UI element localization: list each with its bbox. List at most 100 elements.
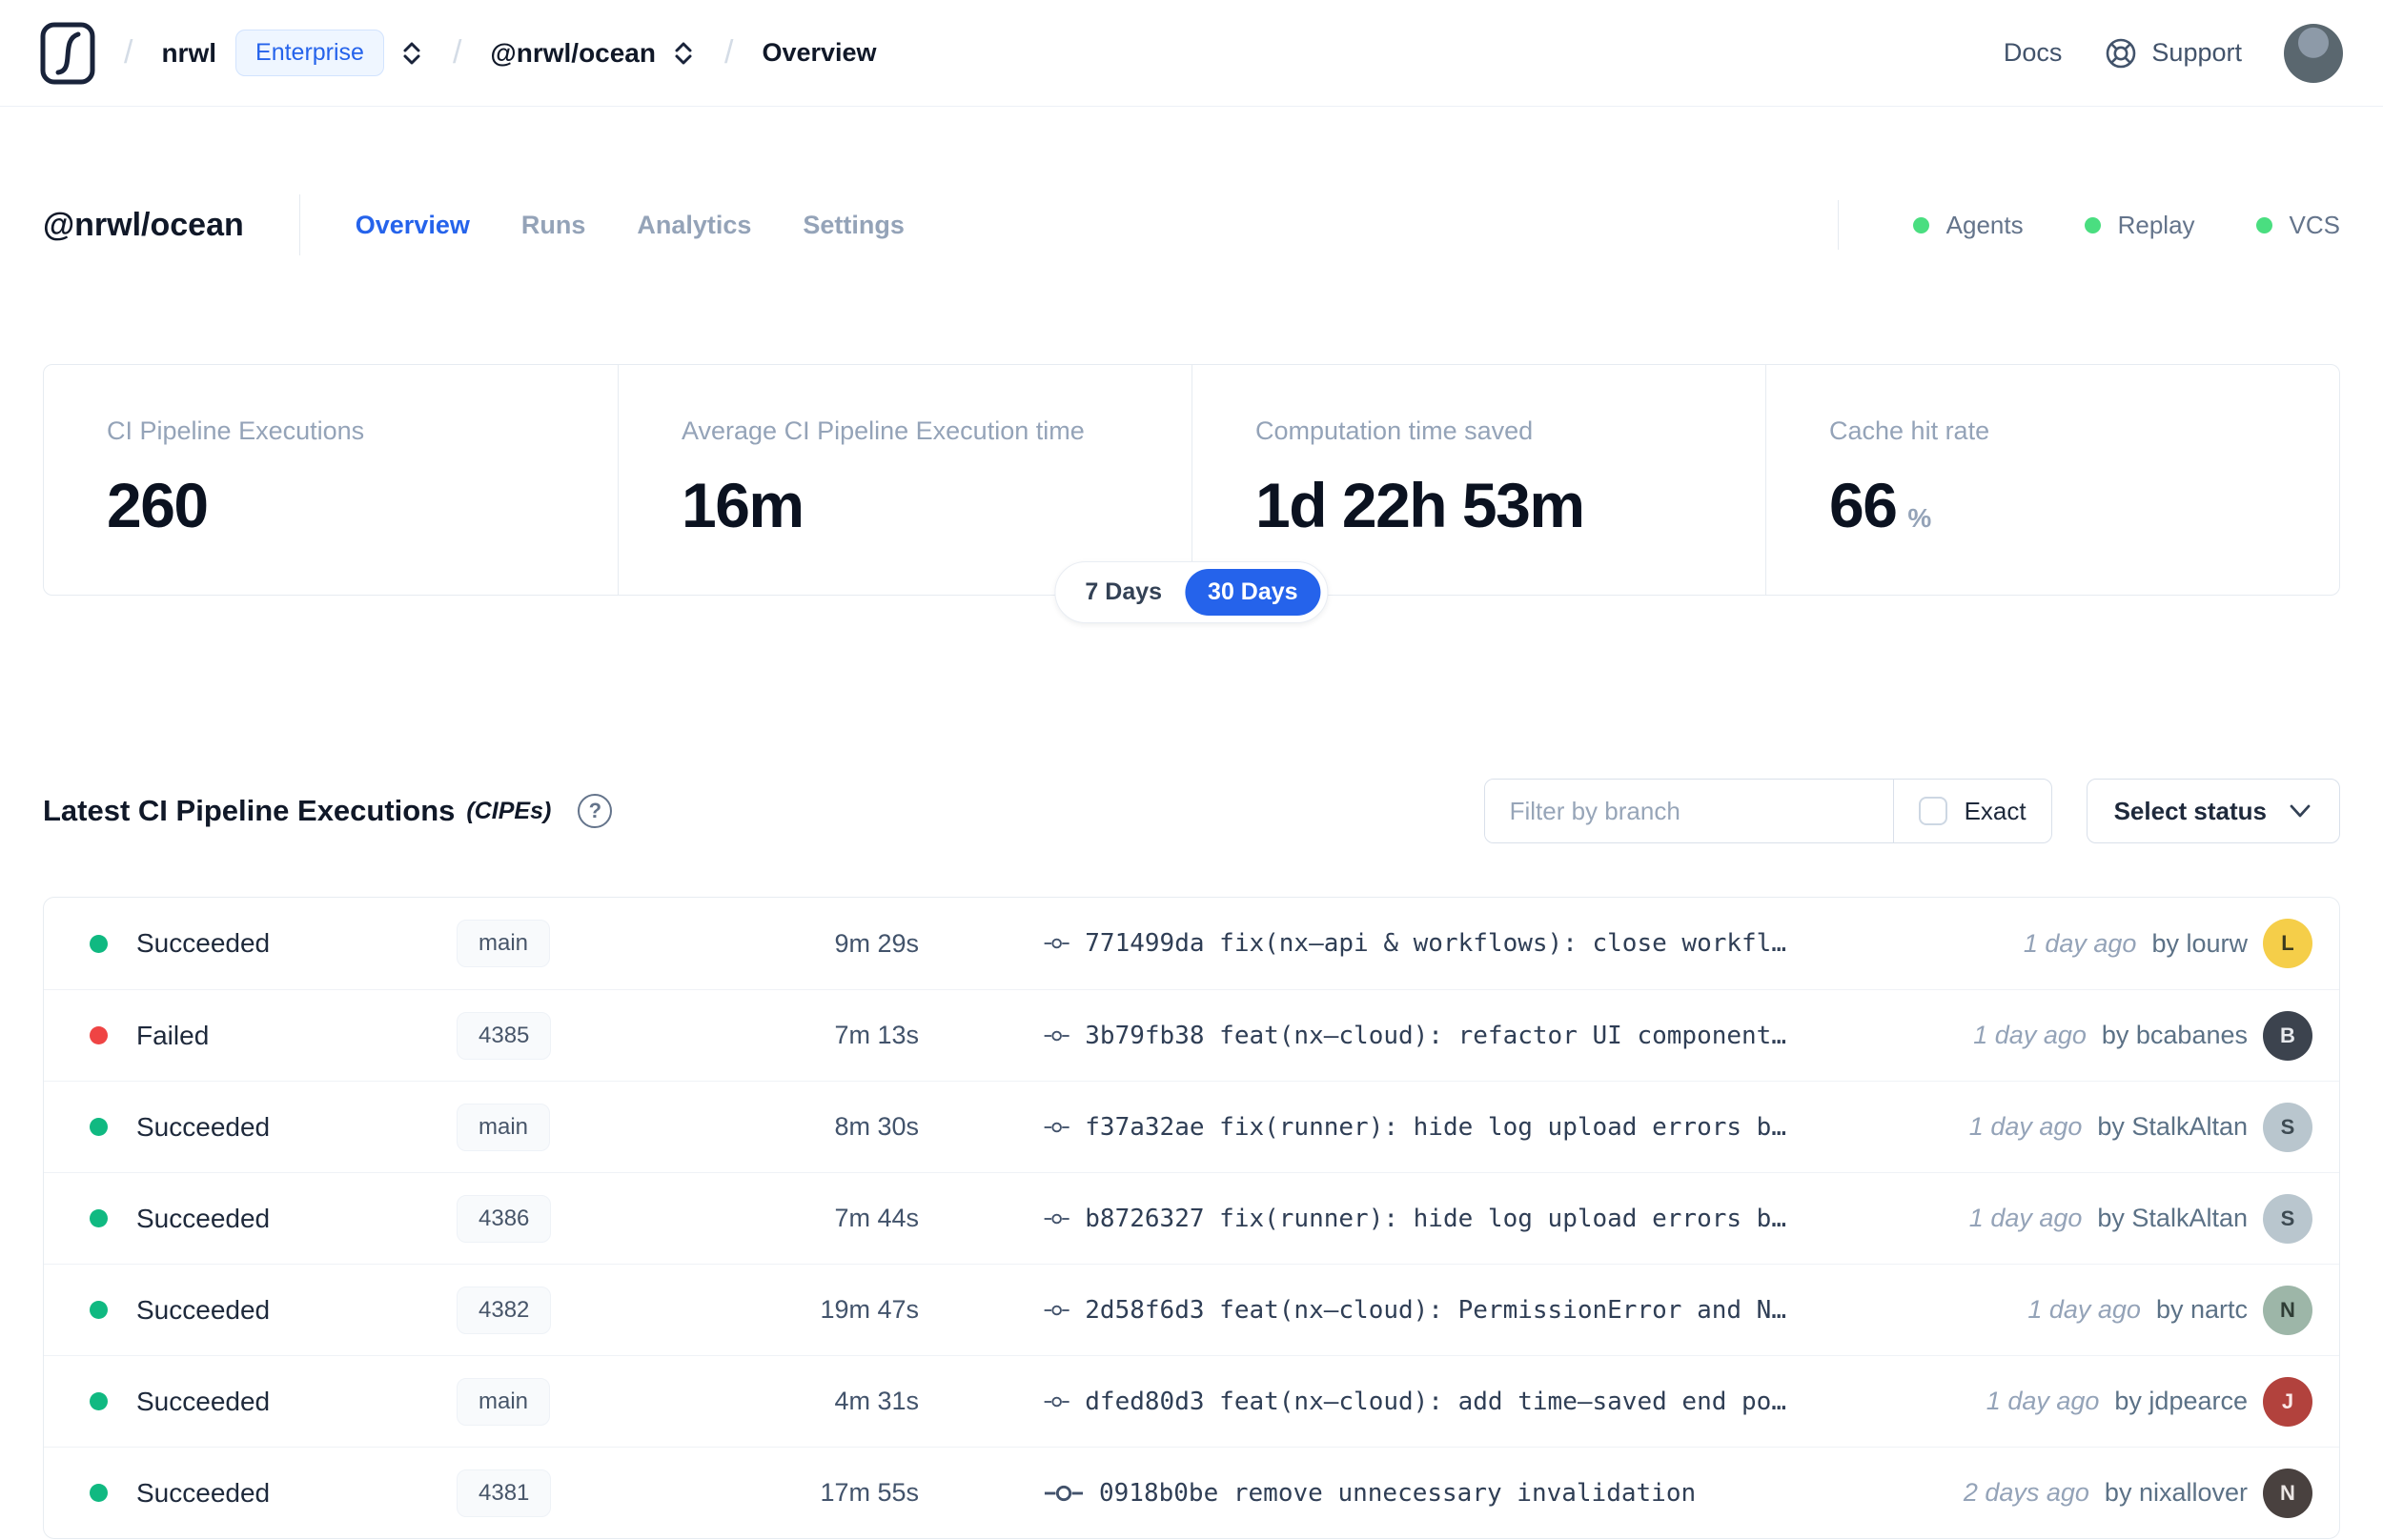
feature-status-vcs: VCS	[2255, 210, 2340, 240]
cell-branch: main	[457, 1103, 695, 1151]
workspace-switcher-button[interactable]	[671, 39, 696, 68]
cipes-title: Latest CI Pipeline Executions	[43, 794, 456, 827]
status-dot-icon	[90, 1118, 108, 1136]
support-label: Support	[2151, 38, 2242, 67]
table-row[interactable]: Succeeded 4382 19m 47s 2d58f6d3 feat(nx–…	[44, 1264, 2339, 1355]
commit-message[interactable]: 771499da fix(nx–api & workflows): close …	[1085, 929, 1786, 958]
git-commit-icon	[1044, 1122, 1069, 1132]
avatar: L	[2263, 919, 2312, 968]
feature-status-label: VCS	[2289, 210, 2340, 239]
cell-meta: 1 day ago by jdpearce J	[1786, 1376, 2339, 1427]
cell-branch: 4385	[457, 1011, 695, 1060]
branch-badge[interactable]: main	[457, 1103, 551, 1151]
cell-meta: 2 days ago by nixallover N	[1786, 1468, 2339, 1518]
org-switcher-button[interactable]	[399, 39, 424, 68]
time-ago: 1 day ago	[2023, 928, 2137, 958]
commit-message[interactable]: 3b79fb38 feat(nx–cloud): refactor UI com…	[1085, 1022, 1786, 1050]
exact-filter: Exact	[1894, 797, 2051, 826]
table-row[interactable]: Succeeded main 8m 30s f37a32ae fix(runne…	[44, 1081, 2339, 1172]
org-name[interactable]: nrwl	[161, 38, 216, 69]
status-text: Succeeded	[136, 1111, 271, 1142]
stat-card-cache-hit-rate: Cache hit rate 66%	[1765, 365, 2339, 595]
cell-branch: main	[457, 920, 695, 967]
branch-filter-input[interactable]	[1484, 780, 1893, 842]
branch-badge[interactable]: main	[457, 1377, 551, 1426]
cipes-title-suffix: (CIPEs)	[466, 797, 552, 824]
exact-checkbox[interactable]	[1918, 797, 1947, 825]
git-commit-icon	[1044, 1396, 1069, 1407]
feature-status-label: Replay	[2117, 210, 2195, 239]
breadcrumb-separator: /	[452, 34, 462, 71]
avatar: N	[2263, 1468, 2312, 1518]
commit-message[interactable]: 2d58f6d3 feat(nx–cloud): PermissionError…	[1085, 1296, 1786, 1325]
workspace-name[interactable]: @nrwl/ocean	[490, 38, 656, 69]
status-dot-icon	[90, 1484, 108, 1502]
date-range-toggle: 7 Days 30 Days	[1054, 561, 1329, 623]
table-row[interactable]: Succeeded 4386 7m 44s b8726327 fix(runne…	[44, 1172, 2339, 1264]
cell-commit: b8726327 fix(runner): hide log upload er…	[1009, 1205, 1786, 1233]
chevron-up-down-icon	[403, 42, 420, 64]
divider	[298, 194, 300, 255]
commit-message[interactable]: b8726327 fix(runner): hide log upload er…	[1085, 1205, 1786, 1233]
cell-status: Succeeded	[90, 1295, 457, 1326]
range-option-7-days[interactable]: 7 Days	[1062, 569, 1185, 616]
feature-statuses: Agents Replay VCS	[1837, 200, 2340, 250]
tab-runs[interactable]: Runs	[521, 211, 586, 240]
status-dot-icon	[90, 1301, 108, 1319]
tab-settings[interactable]: Settings	[803, 211, 905, 240]
cell-duration: 9m 29s	[834, 928, 919, 958]
docs-link[interactable]: Docs	[2004, 38, 2063, 68]
cell-commit: 0918b0be remove unnecessary invalidation	[1009, 1479, 1786, 1508]
time-ago: 1 day ago	[2027, 1295, 2141, 1324]
nx-cloud-logo[interactable]	[40, 22, 95, 85]
stat-card-ci-pipeline-executions: CI Pipeline Executions 260	[44, 365, 618, 595]
cell-branch: 4386	[457, 1194, 695, 1243]
workspace-tabs: Overview Runs Analytics Settings	[356, 211, 905, 240]
page-head: @nrwl/ocean Overview Runs Analytics Sett…	[43, 194, 2340, 255]
cell-meta: 1 day ago by bcabanes B	[1786, 1010, 2339, 1061]
avatar: S	[2263, 1102, 2312, 1152]
branch-badge[interactable]: main	[457, 920, 551, 967]
chevron-down-icon	[2290, 804, 2311, 818]
breadcrumb-page: Overview	[762, 38, 877, 67]
cell-status: Succeeded	[90, 928, 457, 959]
branch-badge[interactable]: 4381	[457, 1469, 552, 1517]
stats-section: CI Pipeline Executions 260 Average CI Pi…	[43, 364, 2340, 623]
breadcrumb: / nrwl Enterprise / @nrwl/ocean / Overvi…	[40, 22, 877, 85]
branch-badge[interactable]: 4386	[457, 1194, 552, 1243]
stat-value: 16m	[682, 470, 805, 540]
commit-message[interactable]: f37a32ae fix(runner): hide log upload er…	[1085, 1113, 1786, 1142]
status-select-button[interactable]: Select status	[2086, 779, 2340, 843]
table-row[interactable]: Succeeded main 4m 31s dfed80d3 feat(nx–c…	[44, 1355, 2339, 1447]
cell-branch: main	[457, 1377, 695, 1426]
status-text: Succeeded	[136, 1294, 271, 1325]
table-row[interactable]: Succeeded main 9m 29s 771499da fix(nx–ap…	[44, 898, 2339, 989]
support-link[interactable]: Support	[2104, 36, 2242, 71]
branch-badge[interactable]: 4385	[457, 1011, 552, 1060]
time-ago: 1 day ago	[1986, 1387, 2100, 1415]
help-icon[interactable]: ?	[578, 794, 613, 828]
status-dot-icon	[90, 1209, 108, 1227]
cell-commit: 3b79fb38 feat(nx–cloud): refactor UI com…	[1009, 1022, 1786, 1050]
commit-message[interactable]: 0918b0be remove unnecessary invalidation	[1099, 1479, 1696, 1508]
status-dot-icon	[90, 934, 108, 953]
cell-status: Succeeded	[90, 1478, 457, 1509]
breadcrumb-separator: /	[724, 34, 734, 71]
branch-badge[interactable]: 4382	[457, 1286, 552, 1334]
branch-filter-group: Exact	[1483, 779, 2052, 843]
cell-status: Succeeded	[90, 1112, 457, 1143]
table-row[interactable]: Failed 4385 7m 13s 3b79fb38 feat(nx–clou…	[44, 989, 2339, 1081]
tab-overview[interactable]: Overview	[356, 211, 470, 240]
breadcrumb-separator: /	[124, 34, 133, 71]
tab-analytics[interactable]: Analytics	[637, 211, 751, 240]
range-option-30-days[interactable]: 30 Days	[1185, 569, 1321, 616]
cell-status: Succeeded	[90, 1204, 457, 1234]
author: by nartc	[2155, 1295, 2248, 1324]
commit-message[interactable]: dfed80d3 feat(nx–cloud): add time–saved …	[1085, 1388, 1786, 1416]
cell-commit: f37a32ae fix(runner): hide log upload er…	[1009, 1113, 1786, 1142]
exact-label: Exact	[1964, 796, 2027, 825]
stat-card-computation-time-saved: Computation time saved 1d 22h 53m	[1192, 365, 1765, 595]
cipes-section-head: Latest CI Pipeline Executions (CIPEs) ? …	[43, 779, 2340, 843]
user-avatar[interactable]	[2284, 23, 2343, 83]
table-row[interactable]: Succeeded 4381 17m 55s 0918b0be remove u…	[44, 1447, 2339, 1538]
